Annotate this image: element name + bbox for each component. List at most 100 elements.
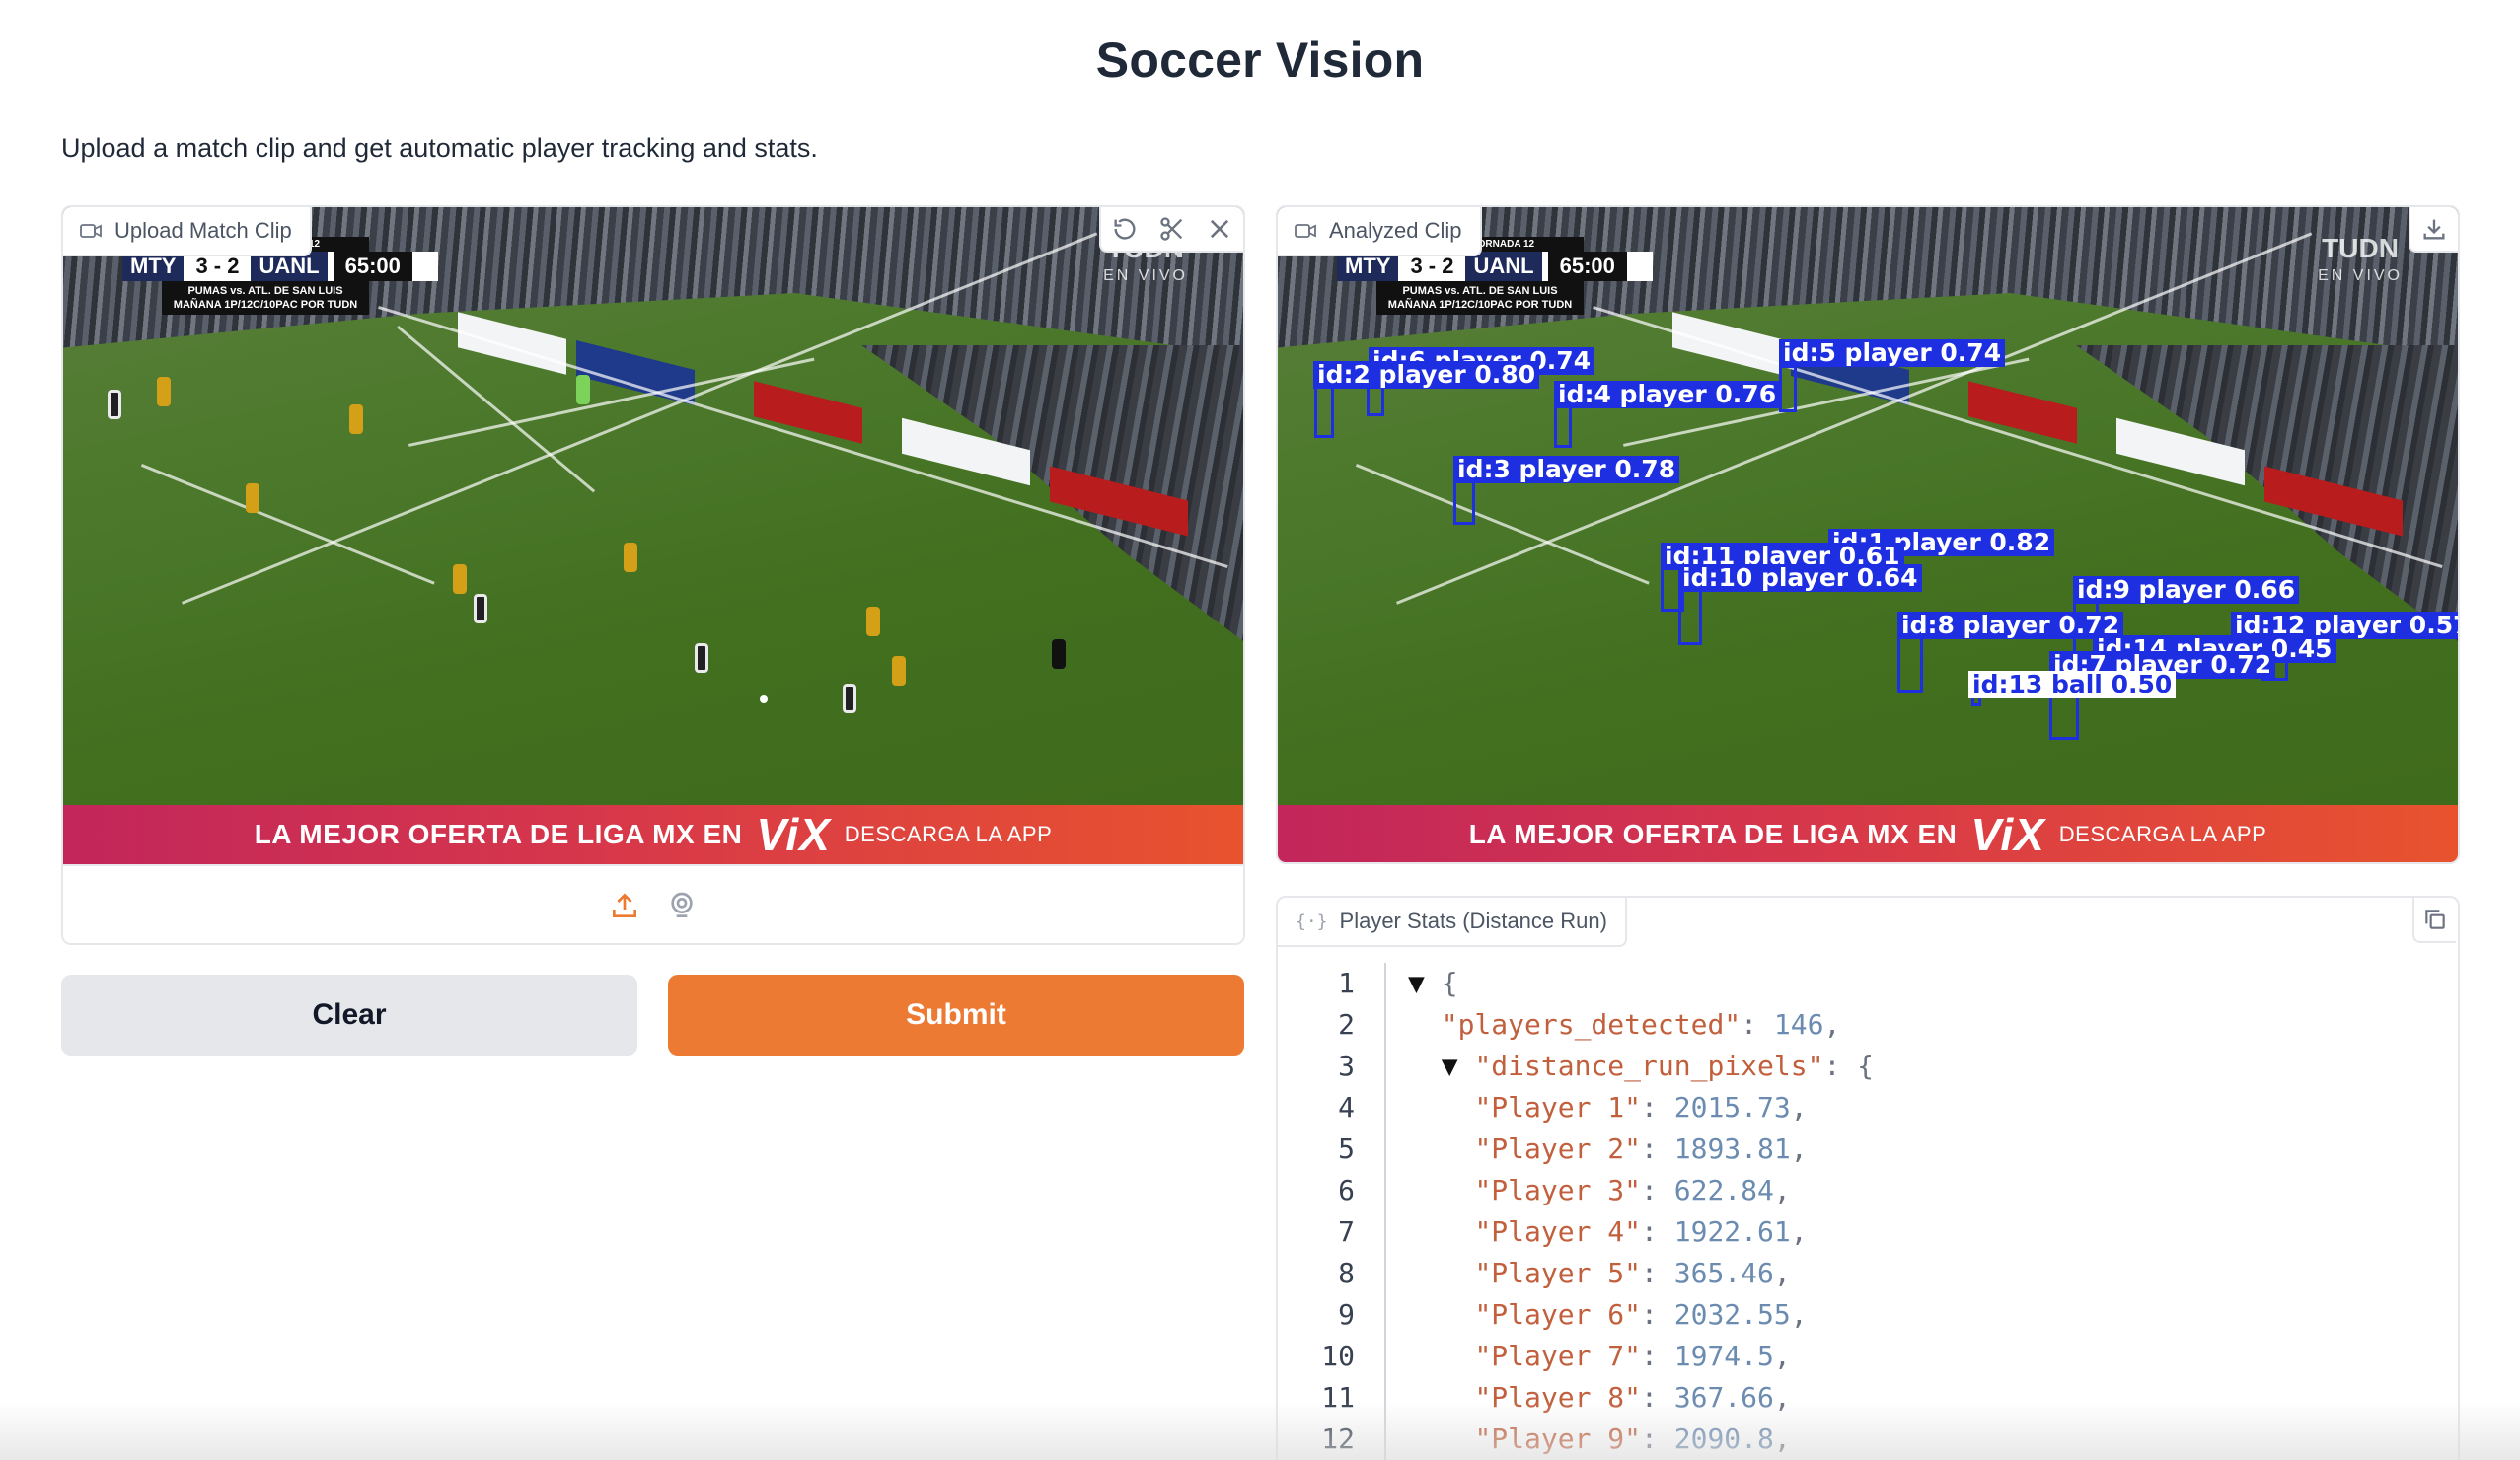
json-key: "Player 8" <box>1474 1381 1642 1414</box>
scorebug-promo-2: MAÑANA 1P/12C/10PAC POR TUDN <box>173 299 358 311</box>
json-viewer: 1 ▼ {2 "players_detected": 146, 3 ▼ "dista… <box>1278 963 2458 1460</box>
json-key: "Player 7" <box>1474 1340 1642 1372</box>
detection-label: id:2 player 0.80 <box>1313 361 1540 389</box>
line-content: "Player 4": 1922.61, <box>1474 1215 1808 1248</box>
ball <box>760 695 768 703</box>
banner-text: LA MEJOR OFERTA DE LIGA MX EN <box>1468 819 1958 849</box>
detection-label: id:3 player 0.78 <box>1453 456 1680 483</box>
upload-panel-title: Upload Match Clip <box>114 218 292 243</box>
line-number: 9 <box>1278 1294 1386 1336</box>
upload-icon[interactable] <box>609 890 640 921</box>
undo-icon <box>1114 218 1136 240</box>
json-value: 1974.5 <box>1673 1340 1774 1372</box>
stats-panel: {·} Player Stats (Distance Run) 1 ▼ {2 "p… <box>1276 896 2460 1460</box>
upload-video-frame[interactable]: APERTURA 2024 · JORNADA 12 MTY 3 - 2 UAN… <box>63 207 1243 864</box>
player <box>843 684 856 713</box>
scissors-icon <box>1160 217 1183 241</box>
ad-banner: LA MEJOR OFERTA DE LIGA MX EN ViX DESCAR… <box>63 805 1243 864</box>
json-icon: {·} <box>1296 911 1328 932</box>
detection-label: id:4 player 0.76 <box>1554 381 1781 408</box>
collapse-toggle-icon[interactable]: ▼ <box>1442 1050 1475 1082</box>
line-content: "players_detected": 146, <box>1441 1008 1841 1041</box>
copy-button[interactable] <box>2412 898 2456 943</box>
line-number: 10 <box>1278 1336 1386 1377</box>
collapse-toggle-icon[interactable]: ▼ <box>1408 967 1442 999</box>
line-number: 11 <box>1278 1377 1386 1419</box>
undo-button[interactable] <box>1101 207 1149 252</box>
player <box>157 377 171 406</box>
stats-panel-title: Player Stats (Distance Run) <box>1339 909 1607 933</box>
pitch-line <box>140 464 435 585</box>
json-key: "players_detected" <box>1441 1008 1742 1041</box>
player <box>474 594 487 623</box>
player <box>349 404 363 434</box>
analyzed-panel-label: Analyzed Clip <box>1278 207 1482 256</box>
download-button[interactable] <box>2410 207 2458 252</box>
clear-button[interactable]: Clear <box>61 975 637 1056</box>
json-line: 7 "Player 4": 1922.61, <box>1278 1211 2458 1253</box>
detection-box <box>1678 588 1702 645</box>
detection-box <box>1314 383 1334 438</box>
copy-icon <box>2425 910 2445 929</box>
json-value: 365.46 <box>1673 1257 1774 1289</box>
json-value: { <box>1441 967 1458 999</box>
line-content: "Player 9": 2090.8, <box>1474 1423 1791 1455</box>
app-description: Upload a match clip and get automatic pl… <box>61 133 818 163</box>
json-value: 146 <box>1773 1008 1824 1041</box>
analyzed-panel-title: Analyzed Clip <box>1329 218 1462 243</box>
detection-label: id:8 player 0.72 <box>1897 612 2124 639</box>
upload-toolbar <box>1099 207 1243 253</box>
video-icon <box>80 224 102 238</box>
json-value: 1893.81 <box>1673 1132 1791 1165</box>
json-line: 11 "Player 8": 367.66, <box>1278 1377 2458 1419</box>
broadcaster-live: EN VIVO <box>2318 267 2403 284</box>
json-value: 622.84 <box>1673 1174 1774 1206</box>
player <box>576 375 590 404</box>
line-number: 8 <box>1278 1253 1386 1294</box>
player <box>624 543 637 572</box>
player <box>695 643 708 673</box>
analyzed-video-frame[interactable]: APERTURA 2024 · JORNADA 12 MTY 3 - 2 UAN… <box>1278 207 2458 862</box>
json-line: 4 "Player 1": 2015.73, <box>1278 1087 2458 1129</box>
line-number: 7 <box>1278 1211 1386 1253</box>
player <box>246 483 259 513</box>
json-line: 1 ▼ { <box>1278 963 2458 1004</box>
stats-panel-label: {·} Player Stats (Distance Run) <box>1278 898 1627 947</box>
adboard <box>754 381 862 444</box>
line-number: 5 <box>1278 1129 1386 1170</box>
json-line: 12 "Player 9": 2090.8, <box>1278 1419 2458 1460</box>
player <box>1052 639 1066 669</box>
json-key: "Player 5" <box>1474 1257 1642 1289</box>
json-line: 8 "Player 5": 365.46, <box>1278 1253 2458 1294</box>
line-number: 1 <box>1278 963 1386 1004</box>
clear-video-button[interactable] <box>1196 207 1243 252</box>
webcam-icon[interactable] <box>666 890 698 921</box>
submit-button[interactable]: Submit <box>668 975 1244 1056</box>
json-value: 1922.61 <box>1673 1215 1791 1248</box>
stands <box>861 345 1243 641</box>
app-title: Soccer Vision <box>1095 33 1425 88</box>
json-line: 10 "Player 7": 1974.5, <box>1278 1336 2458 1377</box>
scorebug-promo-2: MAÑANA 1P/12C/10PAC POR TUDN <box>1387 299 1573 311</box>
trim-button[interactable] <box>1149 207 1196 252</box>
upload-panel: Upload Match Clip 12 MTY 3 - 2 UANL 65:0… <box>61 205 1245 945</box>
json-line: 5 "Player 2": 1893.81, <box>1278 1129 2458 1170</box>
detection-label: id:5 player 0.74 <box>1779 339 2006 367</box>
scorebug-promo-1: PUMAS vs. ATL. DE SAN LUIS <box>187 285 343 297</box>
json-key: "Player 9" <box>1474 1423 1642 1455</box>
json-line: 2 "players_detected": 146, <box>1278 1004 2458 1046</box>
close-icon <box>1210 219 1229 239</box>
json-value: 2032.55 <box>1673 1298 1791 1331</box>
detection-label: id:9 player 0.66 <box>2073 576 2300 604</box>
json-key: "Player 6" <box>1474 1298 1642 1331</box>
json-value: 2090.8 <box>1673 1423 1774 1455</box>
broadcaster-name: TUDN <box>2322 233 2399 263</box>
json-line: 9 "Player 6": 2032.55, <box>1278 1294 2458 1336</box>
upload-source-bar <box>63 864 1243 943</box>
player <box>453 564 467 594</box>
line-content: "Player 2": 1893.81, <box>1474 1132 1808 1165</box>
json-key: "Player 3" <box>1474 1174 1642 1206</box>
video-icon <box>1295 224 1316 238</box>
json-key: "Player 2" <box>1474 1132 1642 1165</box>
line-content: "Player 1": 2015.73, <box>1474 1091 1808 1124</box>
